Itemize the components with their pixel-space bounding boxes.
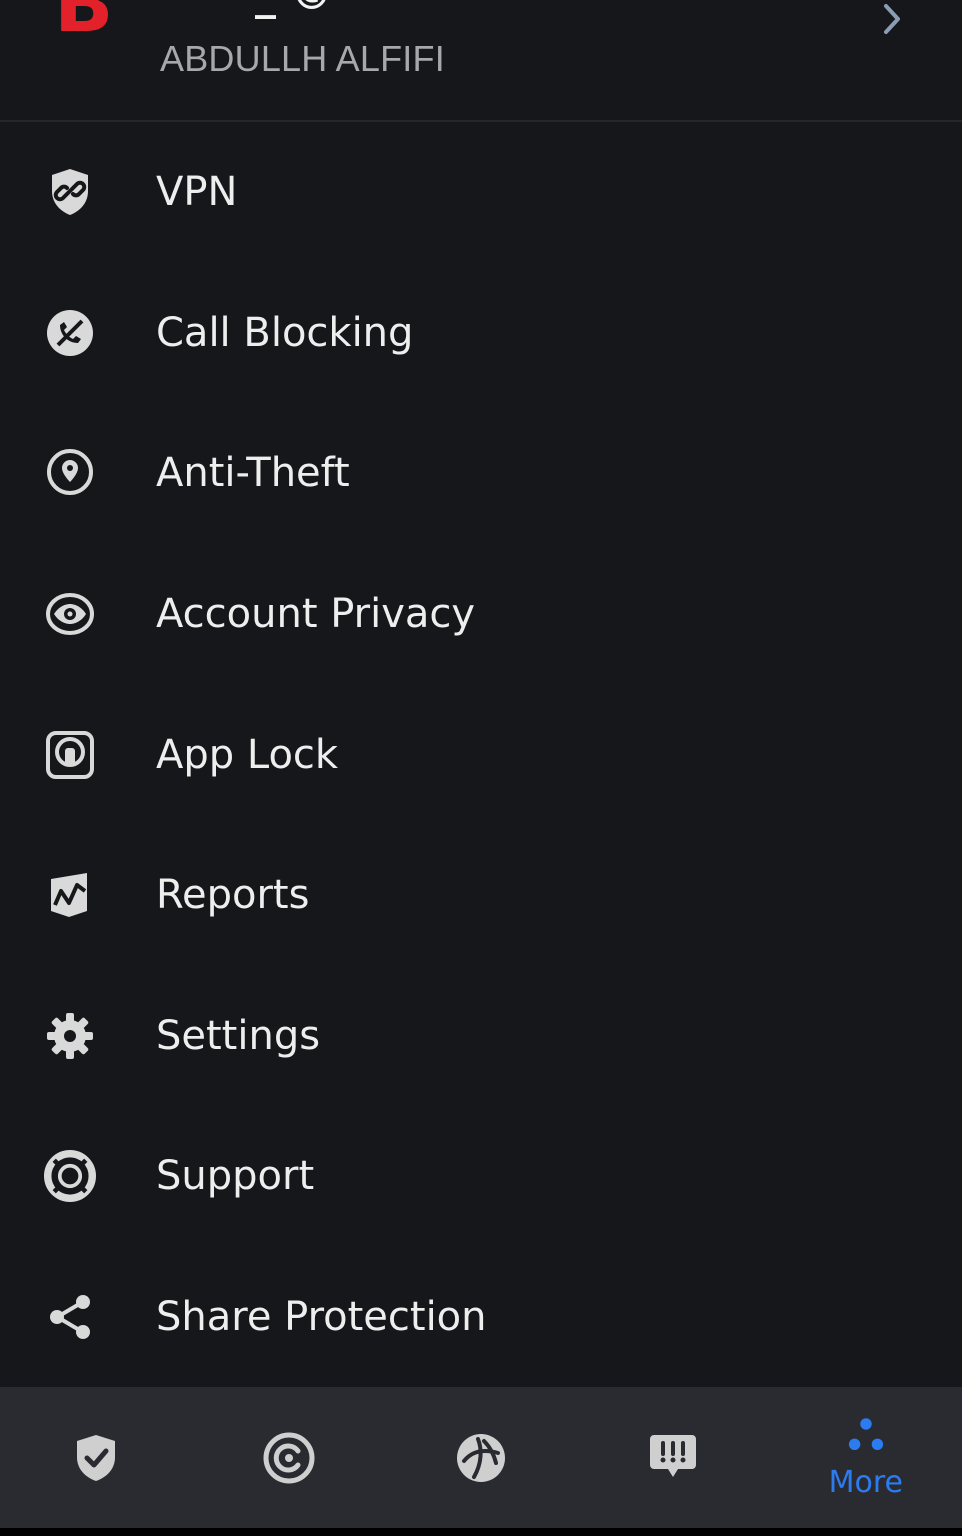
more-dots-icon [848,1418,883,1451]
menu-item-label: Settings [156,1012,321,1059]
app-lock-icon [44,729,96,781]
menu-item-call-blocking[interactable]: Call Blocking [0,263,962,404]
menu-item-vpn[interactable]: VPN [0,122,962,263]
brand-logo: B [54,0,114,50]
menu-item-label: Anti-Theft [156,450,350,497]
reports-icon [44,869,96,921]
menu-item-account-privacy[interactable]: Account Privacy [0,544,962,685]
location-pin-icon [44,447,96,499]
menu-item-label: App Lock [156,731,339,778]
menu-item-label: Share Protection [156,1294,487,1341]
menu-item-label: Call Blocking [156,309,414,356]
menu-item-share-protection[interactable]: Share Protection [0,1247,962,1388]
share-icon [44,1291,96,1343]
tab-notifications[interactable] [577,1387,769,1528]
eye-icon [44,588,96,640]
vpn-shield-icon [44,166,96,218]
tab-more-label: More [828,1465,904,1500]
menu-item-settings[interactable]: Settings [0,966,962,1107]
utilities-icon [457,1433,506,1482]
privacy-c-icon [263,1432,315,1483]
account-header[interactable]: B _ © ABDULLH ALFIFI [0,0,962,122]
system-nav-strip [0,1528,962,1536]
menu-item-support[interactable]: Support [0,1106,962,1247]
menu-item-label: Support [156,1153,315,1200]
call-blocking-icon [44,307,96,359]
notifications-icon [650,1434,697,1477]
menu-item-label: VPN [156,169,238,216]
tab-more[interactable]: More [770,1387,962,1528]
more-menu-list: VPN Call Blocking Anti-Theft Account Pri… [0,122,962,1387]
tab-privacy[interactable] [192,1387,384,1528]
menu-item-anti-theft[interactable]: Anti-Theft [0,403,962,544]
lifebuoy-icon [44,1150,96,1203]
menu-item-reports[interactable]: Reports [0,825,962,966]
account-title-partial: _ © [255,0,333,16]
tab-utilities[interactable] [385,1387,577,1528]
account-name: ABDULLH ALFIFI [160,38,445,79]
shield-check-icon [77,1434,116,1481]
menu-item-app-lock[interactable]: App Lock [0,684,962,825]
menu-item-label: Account Privacy [156,591,476,638]
bottom-tab-bar: More [0,1387,962,1528]
tab-protection[interactable] [0,1387,192,1528]
menu-item-label: Reports [156,872,310,919]
chevron-right-icon[interactable] [880,2,904,36]
gear-icon [44,1010,96,1062]
